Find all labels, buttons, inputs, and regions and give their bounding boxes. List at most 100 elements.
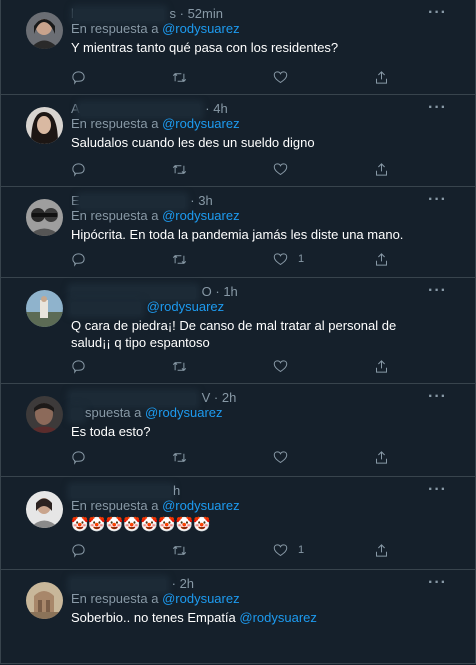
- more-icon[interactable]: ···: [428, 388, 447, 406]
- reply-button[interactable]: [71, 356, 86, 376]
- mention-link[interactable]: @rodysuarez: [147, 299, 225, 314]
- tweet-time[interactable]: 52min: [188, 6, 223, 21]
- avatar[interactable]: [26, 107, 63, 144]
- user-name[interactable]: E: [71, 193, 80, 208]
- reply-button[interactable]: [71, 540, 86, 560]
- mention-link[interactable]: @rodysuarez: [162, 116, 240, 131]
- user-name-suffix: O: [201, 284, 212, 299]
- share-button[interactable]: [374, 67, 389, 87]
- reply-button[interactable]: [71, 159, 86, 179]
- reply-button[interactable]: [71, 67, 86, 87]
- more-icon[interactable]: ···: [428, 4, 447, 22]
- share-button[interactable]: [374, 249, 389, 269]
- reply-context: En respuesta a @rodysuarez: [71, 21, 240, 36]
- more-icon[interactable]: ···: [428, 574, 447, 592]
- user-name[interactable]: A: [71, 101, 80, 116]
- mention-link[interactable]: @rodysuarez: [145, 405, 223, 420]
- reply-tweet[interactable]: V · 2h ··· spuesta a @rodysuarez Es toda…: [1, 384, 475, 477]
- like-button[interactable]: [273, 159, 298, 179]
- retweet-icon: [172, 254, 187, 264]
- avatar[interactable]: [26, 290, 63, 327]
- share-button[interactable]: [374, 540, 389, 560]
- avatar[interactable]: [26, 199, 63, 236]
- reply-prefix: En respuesta a: [71, 498, 159, 513]
- tweet-header: h: [71, 483, 435, 499]
- reply-tweet[interactable]: A · 4h ··· En respuesta a @rodysuarez Sa…: [1, 95, 475, 187]
- redacted-name: [71, 485, 171, 498]
- more-icon[interactable]: ···: [428, 99, 447, 117]
- reply-tweet[interactable]: O · 1h ··· @rodysuarez Q cara de piedra¡…: [1, 278, 475, 384]
- tweet-text: Soberbio.. no tenes Empatía: [71, 610, 236, 625]
- retweet-button[interactable]: [172, 67, 187, 87]
- tweet-text: Es toda esto?: [71, 424, 151, 439]
- retweet-button[interactable]: [172, 447, 187, 467]
- tweet-header: V · 2h: [71, 390, 435, 406]
- share-button[interactable]: [374, 447, 389, 467]
- tweet-text: Saludalos cuando les des un sueldo digno: [71, 135, 315, 150]
- reply-icon: [72, 162, 85, 177]
- user-name-suffix: s: [169, 6, 177, 21]
- like-icon: [273, 359, 288, 372]
- redacted-reply-prefix: [71, 301, 141, 314]
- more-icon[interactable]: ···: [428, 282, 447, 300]
- redacted-name: [79, 195, 185, 208]
- reply-button[interactable]: [71, 249, 86, 269]
- avatar[interactable]: [26, 396, 63, 433]
- tweet-time[interactable]: h: [173, 483, 180, 498]
- share-icon: [376, 450, 387, 464]
- share-button[interactable]: [374, 356, 389, 376]
- more-icon[interactable]: ···: [428, 481, 447, 499]
- like-button[interactable]: [273, 67, 298, 87]
- like-icon: [273, 252, 288, 265]
- tweet-actions: 1: [61, 249, 401, 269]
- tweet-time[interactable]: 4h: [213, 101, 227, 116]
- like-button[interactable]: 1: [273, 540, 304, 560]
- reply-context: En respuesta a @rodysuarez: [71, 591, 240, 606]
- reply-tweet[interactable]: h ··· En respuesta a @rodysuarez 🤡🤡🤡🤡🤡🤡🤡…: [1, 477, 475, 570]
- tweet-text: Y mientras tanto qué pasa con los reside…: [71, 40, 339, 55]
- like-icon: [273, 543, 288, 556]
- tweet-time[interactable]: 1h: [223, 284, 237, 299]
- mention-link[interactable]: @rodysuarez: [162, 498, 240, 513]
- reply-tweet[interactable]: l s · 52min ··· En respuesta a @rodysuar…: [1, 0, 475, 95]
- retweet-button[interactable]: [172, 159, 187, 179]
- like-button[interactable]: 1: [273, 249, 304, 269]
- redacted-name: [71, 392, 196, 405]
- retweet-icon: [172, 164, 187, 174]
- share-icon: [376, 543, 387, 557]
- reply-tweet[interactable]: E · 3h ··· En respuesta a @rodysuarez Hi…: [1, 187, 475, 278]
- reply-tweet[interactable]: · 2h ··· En respuesta a @rodysuarez Sobe…: [1, 570, 475, 663]
- retweet-button[interactable]: [172, 540, 187, 560]
- reply-prefix: En respuesta a: [71, 208, 159, 223]
- tweet-time[interactable]: 2h: [222, 390, 236, 405]
- tweet-text: Hipócrita. En toda la pandemia jamás les…: [71, 227, 404, 242]
- tweet-header: E · 3h: [71, 193, 213, 208]
- like-button[interactable]: [273, 356, 298, 376]
- tweet-text: 🤡🤡🤡🤡🤡🤡🤡🤡: [71, 516, 435, 533]
- reply-context: En respuesta a @rodysuarez: [71, 116, 240, 131]
- tweet-time[interactable]: 3h: [198, 193, 212, 208]
- avatar[interactable]: [26, 491, 63, 528]
- reply-context: En respuesta a @rodysuarez: [71, 208, 240, 223]
- tweet-time[interactable]: 2h: [180, 576, 194, 591]
- share-button[interactable]: [374, 159, 389, 179]
- mention-link[interactable]: @rodysuarez: [162, 21, 240, 36]
- tweet-actions: 1: [61, 540, 401, 560]
- reply-prefix: En respuesta a: [71, 116, 159, 131]
- tweet-actions: [61, 447, 401, 467]
- avatar[interactable]: [26, 582, 63, 619]
- mention-link[interactable]: @rodysuarez: [239, 610, 317, 625]
- avatar[interactable]: [26, 12, 63, 49]
- like-button[interactable]: [273, 447, 298, 467]
- retweet-button[interactable]: [172, 356, 187, 376]
- reply-context: En respuesta a @rodysuarez: [71, 498, 240, 513]
- retweet-button[interactable]: [172, 249, 187, 269]
- share-icon: [376, 359, 387, 373]
- mention-link[interactable]: @rodysuarez: [162, 208, 240, 223]
- more-icon[interactable]: ···: [428, 191, 447, 209]
- retweet-icon: [172, 452, 187, 462]
- mention-link[interactable]: @rodysuarez: [162, 591, 240, 606]
- share-icon: [376, 70, 387, 84]
- reply-button[interactable]: [71, 447, 86, 467]
- share-icon: [376, 252, 387, 266]
